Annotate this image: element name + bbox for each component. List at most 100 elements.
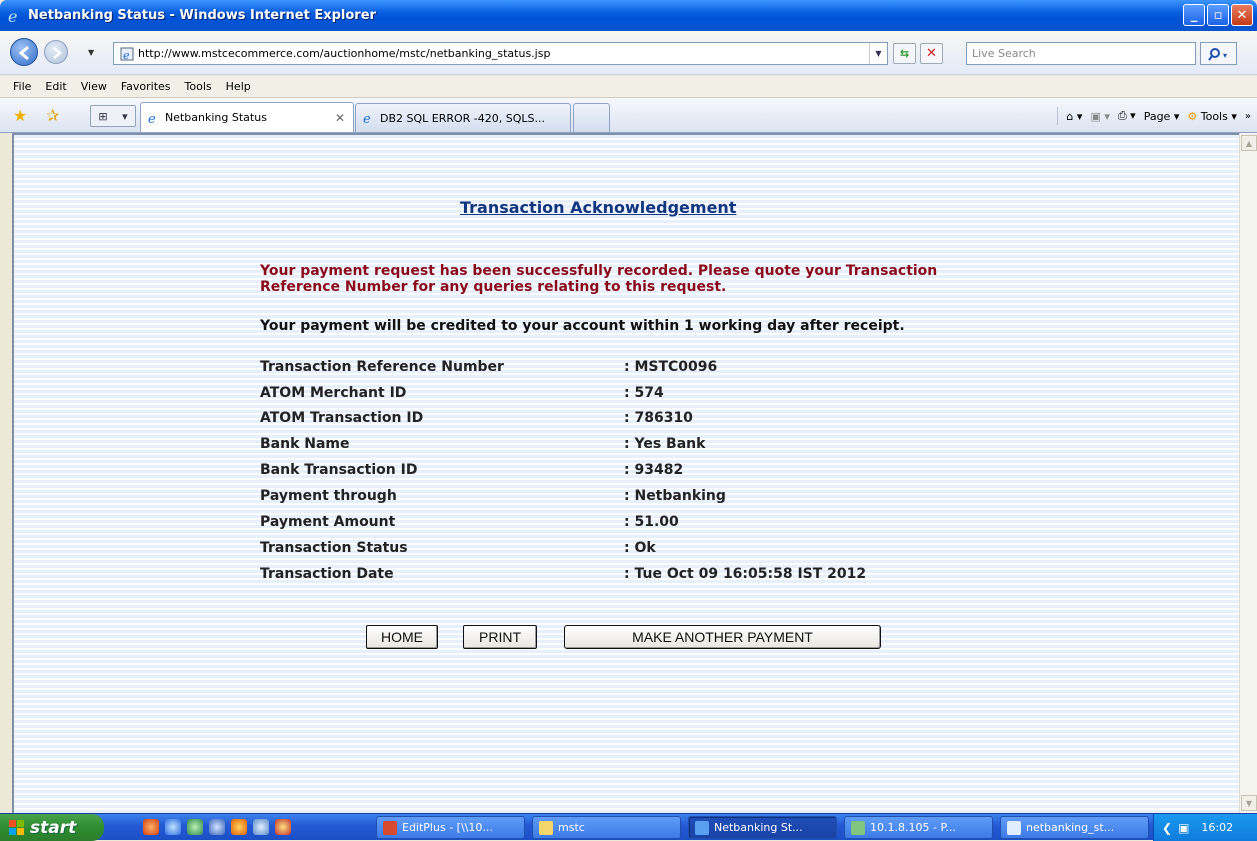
restore-button[interactable]: ▫ — [1207, 4, 1229, 26]
menu-help[interactable]: Help — [226, 80, 251, 93]
detail-row: Payment through: Netbanking — [260, 488, 1020, 508]
make-another-payment-button[interactable]: MAKE ANOTHER PAYMENT — [564, 625, 881, 649]
system-tray: ❮ ▣ 16:02 — [1153, 814, 1257, 841]
feeds-icon[interactable]: ▣ ▾ — [1090, 110, 1109, 123]
scroll-down-icon[interactable]: ▼ — [1241, 795, 1257, 811]
tab-list-dropdown-icon[interactable]: ▾ — [122, 110, 128, 123]
forward-button[interactable] — [44, 40, 68, 64]
address-dropdown-icon[interactable]: ▼ — [869, 43, 887, 64]
home-icon[interactable]: ⌂ ▾ — [1066, 110, 1082, 123]
task-label: EditPlus - [\\10... — [402, 821, 493, 834]
menu-bar: File Edit View Favorites Tools Help — [0, 76, 1257, 98]
tab-label: DB2 SQL ERROR -420, SQLS... — [380, 111, 546, 125]
quick-tabs-button[interactable]: ⊞ ▾ — [90, 105, 136, 127]
menu-file[interactable]: File — [13, 80, 31, 93]
windows-flag-icon — [9, 820, 24, 835]
detail-label: Bank Name — [260, 436, 350, 452]
print-icon[interactable]: ⎙ ▾ — [1118, 109, 1136, 123]
page-menu[interactable]: Page ▾ — [1144, 110, 1180, 123]
url-text: http://www.mstcecommerce.com/auctionhome… — [138, 47, 551, 60]
detail-row: Transaction Reference Number: MSTC0096 — [260, 359, 1020, 379]
tab-db2-sql-error[interactable]: e DB2 SQL ERROR -420, SQLS... — [355, 103, 571, 132]
page-heading[interactable]: Transaction Acknowledgement — [460, 198, 736, 217]
back-arrow-icon — [18, 45, 29, 61]
menu-tools[interactable]: Tools — [185, 80, 212, 93]
detail-label: Payment through — [260, 488, 397, 504]
command-bar: ⌂ ▾ ▣ ▾ ⎙ ▾ Page ▾ ⚙ Tools ▾ » — [1057, 107, 1251, 125]
task-netbanking-status[interactable]: Netbanking St... — [688, 816, 837, 839]
detail-label: Payment Amount — [260, 514, 396, 530]
network-tray-icon[interactable]: ▣ — [1178, 821, 1189, 835]
window-title: Netbanking Status - Windows Internet Exp… — [28, 8, 376, 23]
detail-label: ATOM Merchant ID — [260, 385, 407, 401]
history-dropdown-icon[interactable]: ▼ — [88, 48, 94, 57]
svg-text:▾: ▾ — [1223, 51, 1227, 60]
search-button[interactable]: ▾ — [1200, 42, 1237, 65]
start-label: start — [30, 817, 77, 838]
detail-value: : 93482 — [624, 462, 684, 478]
detail-value: : 786310 — [624, 410, 693, 426]
tab-label: Netbanking Status — [165, 111, 267, 124]
close-tab-icon[interactable]: ✕ — [335, 111, 345, 125]
scroll-up-icon[interactable]: ▲ — [1241, 135, 1257, 151]
back-button[interactable] — [10, 38, 38, 66]
quicklaunch-network-icon[interactable] — [187, 819, 203, 835]
detail-row: Payment Amount : 51.00 — [260, 514, 1020, 534]
quick-tabs-icon: ⊞ — [98, 109, 108, 123]
vertical-scrollbar[interactable]: ▲ ▼ — [1239, 133, 1257, 813]
detail-value: : MSTC0096 — [624, 359, 718, 375]
detail-row: ATOM Merchant ID : 574 — [260, 385, 1020, 405]
svg-text:e: e — [123, 49, 130, 61]
home-button[interactable]: HOME — [366, 625, 438, 649]
add-favorites-icon[interactable]: ✰ — [46, 106, 59, 125]
credit-message: Your payment will be credited to your ac… — [260, 318, 905, 334]
tray-expand-icon[interactable]: ❮ — [1162, 821, 1172, 835]
quicklaunch-tool-icon[interactable] — [209, 819, 225, 835]
start-button[interactable]: start — [0, 814, 104, 841]
tab-netbanking-status[interactable]: e Netbanking Status ✕ — [140, 102, 354, 132]
tools-menu[interactable]: ⚙ Tools ▾ — [1187, 110, 1237, 123]
minimize-button[interactable]: _ — [1183, 4, 1205, 26]
gear-icon: ⚙ — [1187, 109, 1198, 123]
editplus-icon — [383, 820, 397, 835]
task-label: Netbanking St... — [714, 821, 803, 834]
forward-arrow-icon — [53, 47, 62, 59]
menu-edit[interactable]: Edit — [45, 80, 66, 93]
stop-button[interactable]: ✕ — [920, 43, 943, 64]
more-chevron-icon[interactable]: » — [1245, 111, 1251, 122]
document-icon — [1007, 820, 1021, 835]
task-mstc-folder[interactable]: mstc — [532, 816, 681, 839]
quicklaunch-editor-icon[interactable] — [275, 819, 291, 835]
detail-row: Transaction Date: Tue Oct 09 16:05:58 IS… — [260, 566, 1020, 586]
window-controls: _ ▫ ✕ — [1183, 4, 1253, 26]
menu-favorites[interactable]: Favorites — [121, 80, 171, 93]
quicklaunch-ie-icon[interactable] — [165, 819, 181, 835]
new-tab-button[interactable] — [573, 103, 610, 132]
svg-text:e: e — [363, 112, 371, 125]
favorites-star-icon[interactable]: ★ — [13, 106, 27, 125]
detail-value: : 574 — [624, 385, 664, 401]
task-putty-session[interactable]: 10.1.8.105 - P... — [844, 816, 993, 839]
print-button[interactable]: PRINT — [463, 625, 537, 649]
page-menu-label: Page — [1143, 109, 1171, 123]
task-netbanking-file[interactable]: netbanking_st... — [1000, 816, 1149, 839]
address-input[interactable]: e http://www.mstcecommerce.com/auctionho… — [113, 42, 888, 65]
quicklaunch-media-icon[interactable] — [253, 819, 269, 835]
detail-value: : Tue Oct 09 16:05:58 IST 2012 — [624, 566, 867, 582]
quicklaunch-app-icon[interactable] — [143, 819, 159, 835]
search-input[interactable]: Live Search — [966, 42, 1196, 65]
window-titlebar: e Netbanking Status - Windows Internet E… — [0, 0, 1257, 31]
refresh-button[interactable]: ⇆ — [893, 43, 916, 64]
ie-task-icon — [695, 820, 709, 835]
clock[interactable]: 16:02 — [1201, 821, 1233, 834]
quicklaunch-firefox-icon[interactable] — [231, 819, 247, 835]
menu-view[interactable]: View — [81, 80, 107, 93]
detail-label: Bank Transaction ID — [260, 462, 418, 478]
network-task-icon — [851, 820, 865, 835]
task-editplus[interactable]: EditPlus - [\\10... — [376, 816, 525, 839]
task-label: 10.1.8.105 - P... — [870, 821, 956, 834]
close-button[interactable]: ✕ — [1231, 4, 1253, 26]
detail-value: : 51.00 — [624, 514, 679, 530]
toolbar-separator — [1057, 107, 1059, 125]
task-label: mstc — [558, 821, 585, 834]
